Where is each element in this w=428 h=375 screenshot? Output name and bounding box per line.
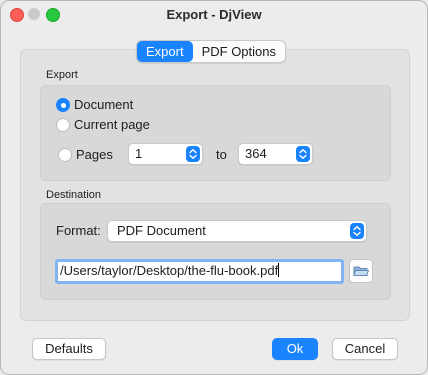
to-page-value: 364 (245, 146, 267, 161)
radio-pages-label: Pages (76, 147, 113, 162)
up-down-chevron-icon[interactable] (186, 146, 200, 162)
title-bar: Export - DjView (1, 1, 427, 29)
export-group-label: Export (46, 69, 78, 81)
radio-document-label: Document (74, 97, 134, 112)
radio-document[interactable] (56, 98, 70, 112)
from-page-value: 1 (135, 146, 143, 161)
output-path-input[interactable]: /Users/taylor/Desktop/the-flu-book.pdf (55, 259, 344, 284)
to-label: to (216, 147, 227, 162)
destination-group-label: Destination (46, 189, 102, 201)
format-label: Format: (56, 223, 101, 238)
tab-pdf-options[interactable]: PDF Options (193, 41, 285, 62)
radio-pages[interactable] (58, 148, 72, 162)
defaults-button[interactable]: Defaults (32, 338, 106, 360)
format-select[interactable]: PDF Document (107, 220, 367, 242)
cancel-button[interactable]: Cancel (332, 338, 398, 360)
folder-open-icon (353, 266, 370, 276)
from-page-spinbox[interactable]: 1 (128, 143, 203, 165)
to-page-spinbox[interactable]: 364 (238, 143, 313, 165)
tab-bar: Export PDF Options (136, 40, 286, 63)
output-path-value: /Users/taylor/Desktop/the-flu-book.pdf (60, 263, 280, 278)
export-dialog-window: Export - DjView Export PDF Options Expor… (0, 0, 428, 375)
up-down-chevron-icon[interactable] (296, 146, 310, 162)
destination-group-box (40, 203, 391, 300)
tab-export[interactable]: Export (137, 41, 193, 62)
browse-folder-button[interactable] (349, 259, 373, 283)
up-down-chevron-icon (350, 223, 364, 239)
ok-button[interactable]: Ok (272, 338, 318, 360)
format-select-value: PDF Document (117, 223, 206, 238)
radio-current-page[interactable] (56, 118, 70, 132)
window-title: Export - DjView (166, 7, 262, 22)
radio-current-page-label: Current page (74, 117, 150, 132)
